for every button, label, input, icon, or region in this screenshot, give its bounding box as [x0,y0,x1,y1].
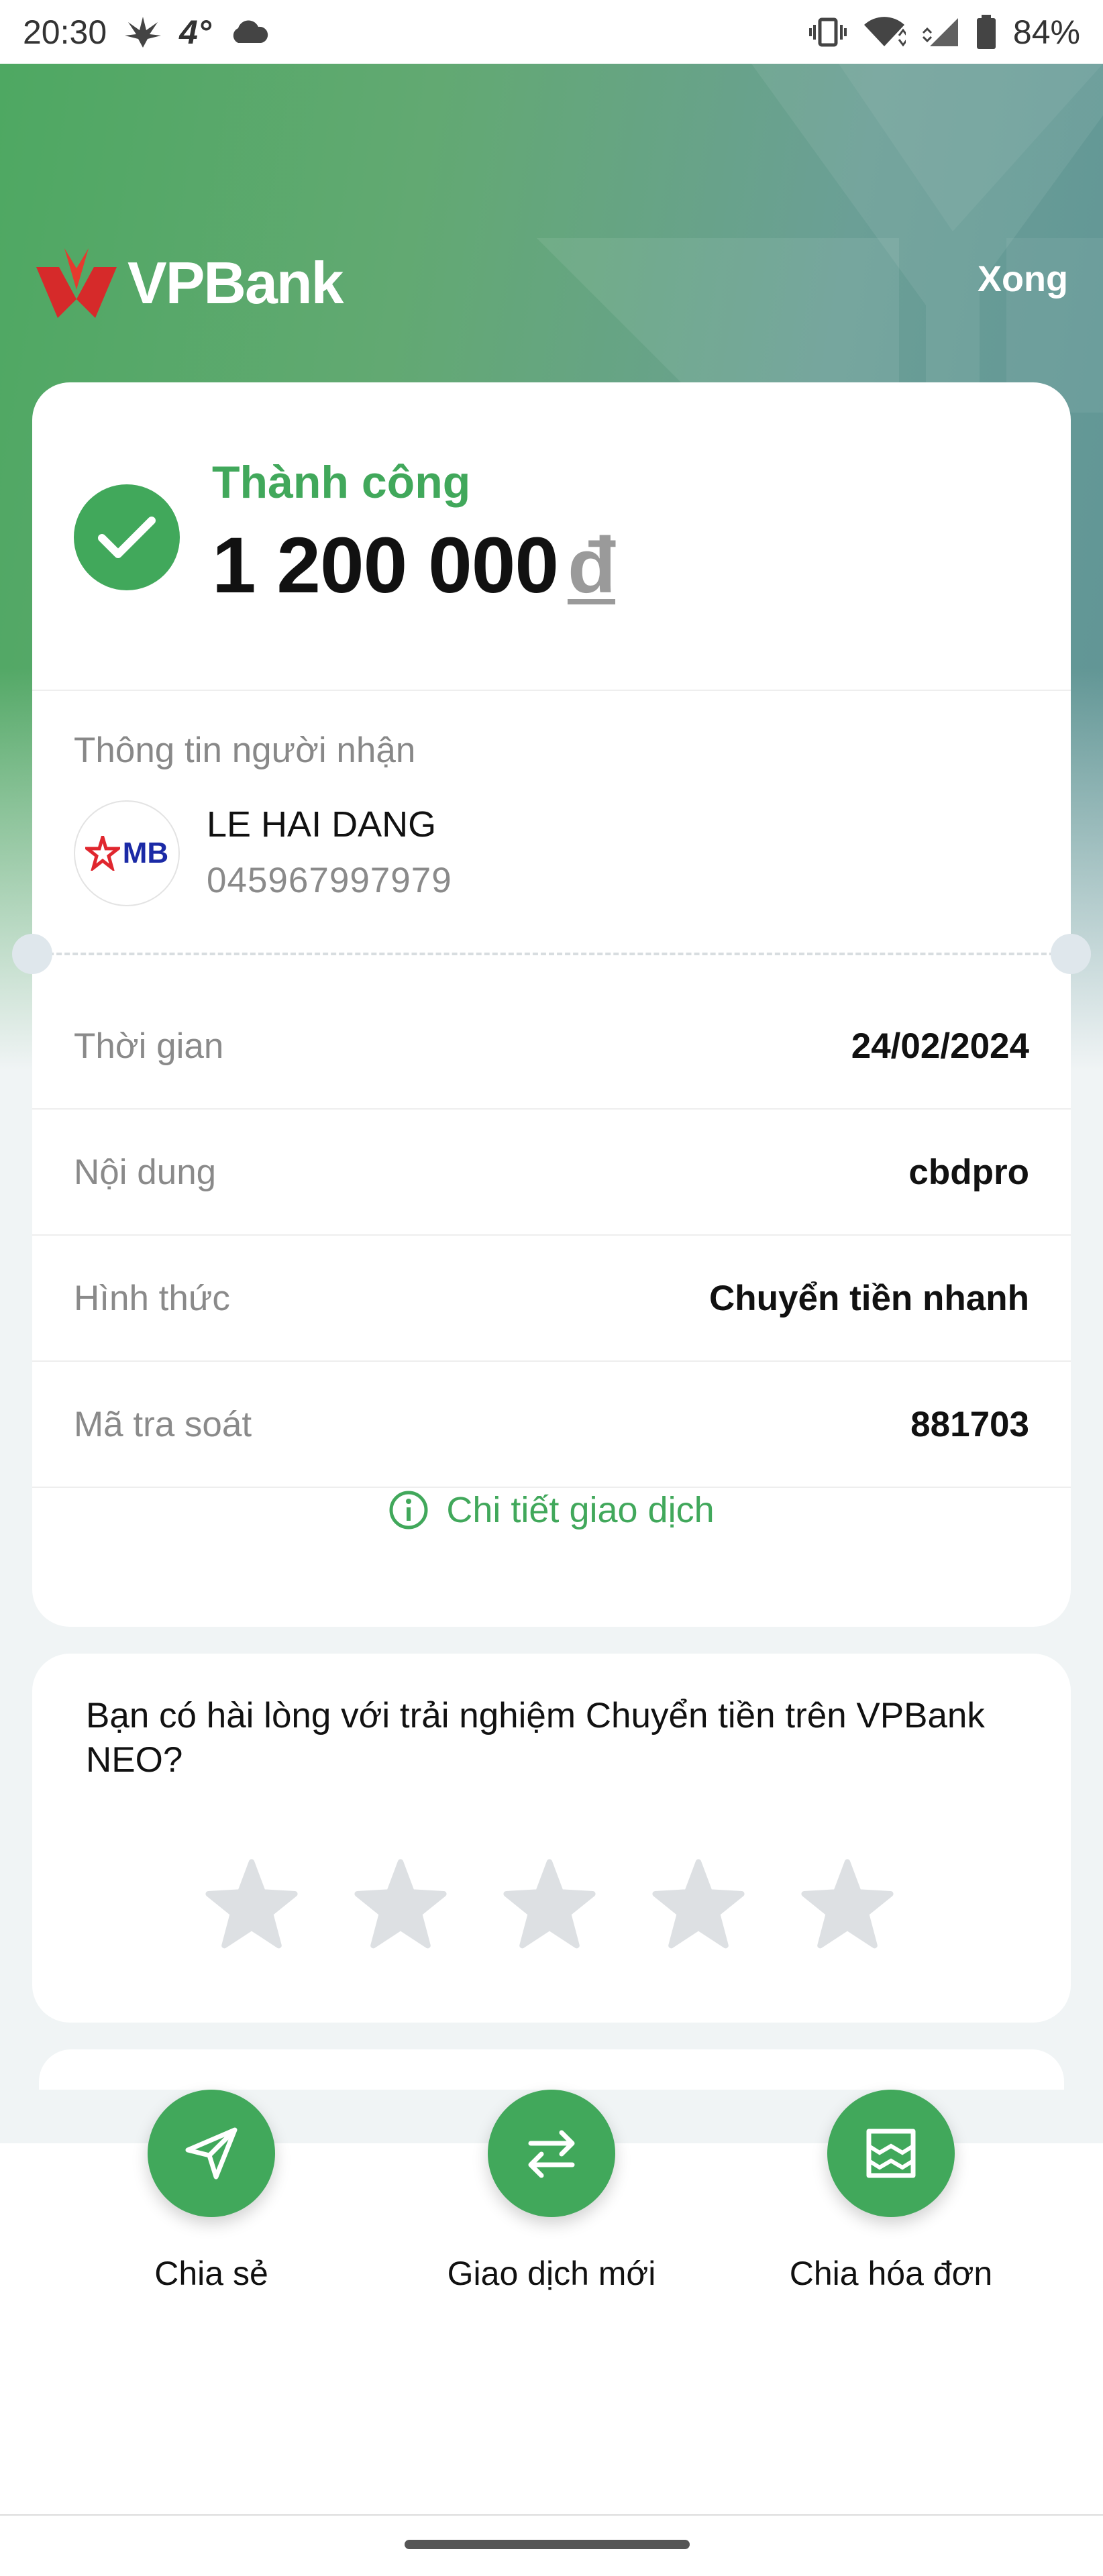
swap-arrows-icon [488,2090,615,2217]
send-icon [148,2090,275,2217]
dashed-divider [32,953,1071,955]
battery-icon [976,14,997,50]
new-transaction-label: Giao dịch mới [447,2255,656,2292]
success-header: Thành công 1 200 000 đ [32,382,1071,691]
rating-question: Bạn có hài lòng với trải nghiệm Chuyển t… [86,1696,985,1780]
transaction-card: Thành công 1 200 000 đ Thông tin người n… [12,382,1091,1627]
nav-divider [0,2514,1103,2516]
detail-row-content: Nội dung cbdpro [32,1110,1071,1236]
row-label: Mã tra soát [74,1404,252,1444]
star-5-icon[interactable] [800,1858,894,1952]
detail-row-time: Thời gian 24/02/2024 [32,983,1071,1110]
detail-link-label: Chi tiết giao dịch [446,1490,715,1530]
split-bill-label: Chia hóa đơn [789,2255,993,2292]
recipient-name: LE HAI DANG [207,804,437,845]
status-time: 20:30 [23,13,107,51]
signal-icon [922,15,959,49]
detail-row-trace-code: Mã tra soát 881703 [32,1362,1071,1488]
row-label: Nội dung [74,1152,217,1192]
ticket-notch-left [12,934,52,974]
vibrate-icon [808,17,847,48]
amount-value: 1 200 000 [212,521,559,610]
mb-star-icon [85,836,120,871]
star-4-icon[interactable] [651,1858,745,1952]
next-card-peek [39,2049,1064,2090]
bank-code: MB [122,837,169,869]
wifi-icon [863,15,906,49]
done-button[interactable]: Xong [978,258,1068,300]
brand-name: VPBank [127,250,344,316]
status-battery: 84% [1012,13,1080,51]
row-label: Hình thức [74,1278,230,1318]
vpbank-logo: VPBank [35,248,344,318]
vpbank-emblem-icon [36,248,117,318]
transaction-status: Thành công [212,457,471,508]
home-indicator[interactable] [405,2540,690,2549]
checkmark-icon [74,484,180,590]
star-2-icon[interactable] [354,1858,448,1952]
share-button[interactable]: Chia sẻ [70,2090,352,2293]
info-icon [389,1491,428,1529]
split-bill-button[interactable]: Chia hóa đơn [750,2090,1032,2293]
detail-row-method: Hình thức Chuyển tiền nhanh [32,1236,1071,1362]
row-value: cbdpro [908,1152,1029,1192]
new-transaction-button[interactable]: Giao dịch mới [411,2090,692,2293]
transaction-amount: 1 200 000 đ [212,520,616,611]
recipient-account: 045967997979 [207,861,452,900]
star-3-icon[interactable] [503,1858,596,1952]
cloud-icon [229,19,269,44]
row-value: 881703 [910,1404,1029,1444]
recipient-section-label: Thông tin người nhận [74,731,416,770]
currency-symbol: đ [567,521,616,610]
receipt-split-icon [827,2090,955,2217]
cannabis-leaf-icon [124,15,162,49]
row-value: 24/02/2024 [851,1026,1029,1066]
row-label: Thời gian [74,1026,224,1066]
status-bar: 20:30 4° 84% [0,0,1103,64]
star-1-icon[interactable] [205,1858,299,1952]
status-temperature: 4° [179,13,211,51]
star-rating [205,1858,894,1952]
share-label: Chia sẻ [154,2255,268,2292]
rating-card: Bạn có hài lòng với trải nghiệm Chuyển t… [32,1654,1071,2023]
row-value: Chuyển tiền nhanh [709,1278,1029,1318]
transaction-detail-link[interactable]: Chi tiết giao dịch [32,1489,1071,1531]
ticket-notch-right [1051,934,1091,974]
bank-logo: MB [74,800,180,906]
